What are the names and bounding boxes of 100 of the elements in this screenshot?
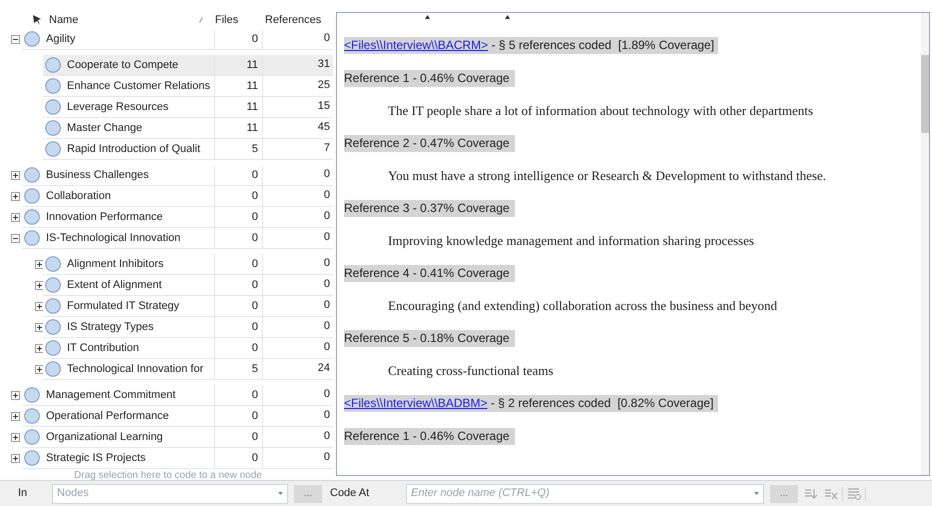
quote-text: Creating cross-functional teams	[387, 362, 554, 379]
source-link[interactable]: <Files\\Interview\\BACRM>	[344, 38, 488, 52]
scrollbar[interactable]	[921, 13, 929, 475]
expand-icon[interactable]	[11, 390, 20, 400]
in-label: In	[18, 486, 28, 502]
tab-stop-icon	[425, 15, 430, 19]
node-icon	[45, 120, 61, 136]
expand-icon[interactable]	[11, 432, 20, 442]
node-row[interactable]: IS-Technological Innovation 0 0	[22, 228, 333, 248]
node-row[interactable]: Formulated IT Strategy 0 0	[43, 296, 333, 316]
node-row[interactable]: Alignment Inhibitors 0 0	[43, 254, 333, 274]
quote-text: The IT people share a lot of information about technology with other departments	[387, 102, 814, 119]
files-count: 0	[215, 406, 263, 426]
references-count: 0	[322, 31, 331, 46]
collapse-icon[interactable]	[11, 234, 20, 242]
expand-icon[interactable]	[11, 412, 20, 420]
reference-header: Reference 4 - 0.41% Coverage	[344, 265, 516, 282]
expand-icon[interactable]	[35, 260, 44, 268]
node-icon	[24, 450, 40, 466]
node-row[interactable]: Organizational Learning 0 0	[22, 426, 333, 448]
references-count: 0	[322, 167, 331, 182]
node-name: Rapid Introduction of Qualit	[67, 138, 215, 158]
node-name: Strategic IS Projects	[46, 448, 215, 468]
references-count: 0	[322, 429, 331, 444]
reference-header: Reference 1 - 0.46% Coverage	[344, 70, 516, 87]
node-icon	[24, 230, 40, 246]
node-row[interactable]: Management Commitment 0 0	[22, 384, 333, 406]
reference-header: Reference 1 - 0.46% Coverage	[344, 428, 516, 445]
node-row[interactable]: Collaboration 0 0	[22, 186, 333, 206]
node-icon	[45, 276, 61, 292]
pin-icon[interactable]	[31, 14, 43, 26]
files-count: 0	[215, 296, 263, 316]
node-row[interactable]: Business Challenges 0 0	[22, 164, 333, 186]
node-name: IS-Technological Innovation	[46, 228, 215, 248]
node-row[interactable]: Enhance Customer Relations 11 25	[43, 76, 333, 96]
references-count: 24	[316, 361, 331, 376]
column-header[interactable]: References	[261, 12, 331, 28]
node-row[interactable]: Innovation Performance 0 0	[22, 206, 333, 228]
node-row[interactable]: Agility 0 0	[22, 28, 333, 50]
files-count: 0	[215, 448, 263, 468]
node-row[interactable]: Operational Performance 0 0	[22, 406, 333, 426]
node-name: Collaboration	[46, 186, 215, 206]
node-name: Technological Innovation for	[67, 358, 215, 378]
node-icon	[45, 140, 61, 156]
node-row[interactable]: Master Change 11 45	[43, 118, 333, 138]
expand-icon[interactable]	[35, 302, 44, 310]
files-count: 5	[215, 358, 263, 378]
files-count: 0	[215, 228, 263, 248]
node-icon	[24, 408, 40, 424]
node-icon	[45, 340, 61, 356]
expand-icon[interactable]	[35, 344, 44, 352]
collapse-icon[interactable]	[11, 34, 20, 44]
node-icon	[24, 208, 40, 224]
node-row[interactable]: Leverage Resources 11 15	[43, 96, 333, 118]
expand-icon[interactable]	[35, 364, 44, 374]
source-header: <Files\\Interview\\BACRM> - § 5 references coded [1.89% Coverage]	[344, 37, 718, 54]
expand-icon[interactable]	[11, 212, 20, 222]
node-row[interactable]: Technological Innovation for 5 24	[43, 358, 333, 380]
references-count: 0	[322, 230, 331, 245]
files-count: 11	[215, 54, 263, 74]
files-count: 0	[215, 254, 263, 274]
node-name: Organizational Learning	[46, 426, 215, 446]
column-header[interactable]: Files	[213, 12, 261, 28]
node-icon	[24, 386, 40, 402]
reference-header: Reference 5 - 0.18% Coverage	[344, 330, 516, 347]
node-row[interactable]: IS Strategy Types 0 0	[43, 316, 333, 338]
dropdown-caret-icon	[278, 492, 283, 495]
references-count: 0	[322, 450, 331, 465]
expand-icon[interactable]	[35, 280, 44, 290]
expand-icon[interactable]	[11, 454, 20, 462]
node-name: Innovation Performance	[46, 206, 215, 226]
node-icon	[45, 256, 61, 272]
tab-stop-icon	[505, 15, 510, 19]
expand-icon[interactable]	[11, 192, 20, 200]
node-row[interactable]: Rapid Introduction of Qualit 5 7	[43, 138, 333, 160]
node-name: Leverage Resources	[67, 96, 215, 116]
drop-hint: Drag selection here to code to a new node	[73, 468, 263, 482]
node-name: Master Change	[67, 118, 215, 138]
expand-icon[interactable]	[35, 322, 44, 332]
quote-text: Encouraging (and extending) collaboration across the business and beyond	[387, 297, 778, 314]
quote-text: Improving knowledge management and information sharing processes	[387, 232, 756, 249]
node-icon	[24, 188, 40, 204]
node-name: Operational Performance	[46, 406, 215, 426]
sort-icon[interactable]	[199, 17, 203, 24]
node-name: IT Contribution	[67, 338, 215, 358]
code-at-label: Code At	[330, 486, 370, 502]
references-count: 31	[316, 57, 331, 72]
node-name: Extent of Alignment	[67, 274, 215, 294]
references-count: 0	[322, 209, 331, 224]
source-link[interactable]: <Files\\Interview\\BADBM>	[344, 396, 488, 410]
node-row[interactable]: Extent of Alignment 0 0	[43, 274, 333, 296]
column-header[interactable]: Name	[49, 12, 199, 28]
node-row[interactable]: IT Contribution 0 0	[43, 338, 333, 358]
node-row[interactable]: Strategic IS Projects 0 0	[22, 448, 333, 468]
files-count: 11	[215, 96, 263, 116]
node-icon	[45, 56, 61, 72]
files-count: 11	[215, 76, 263, 96]
expand-icon[interactable]	[11, 170, 20, 180]
node-row[interactable]: Cooperate to Compete 11 31	[43, 54, 333, 76]
quote-text: You must have a strong intelligence or Research & Development to withstand these.	[387, 167, 828, 184]
